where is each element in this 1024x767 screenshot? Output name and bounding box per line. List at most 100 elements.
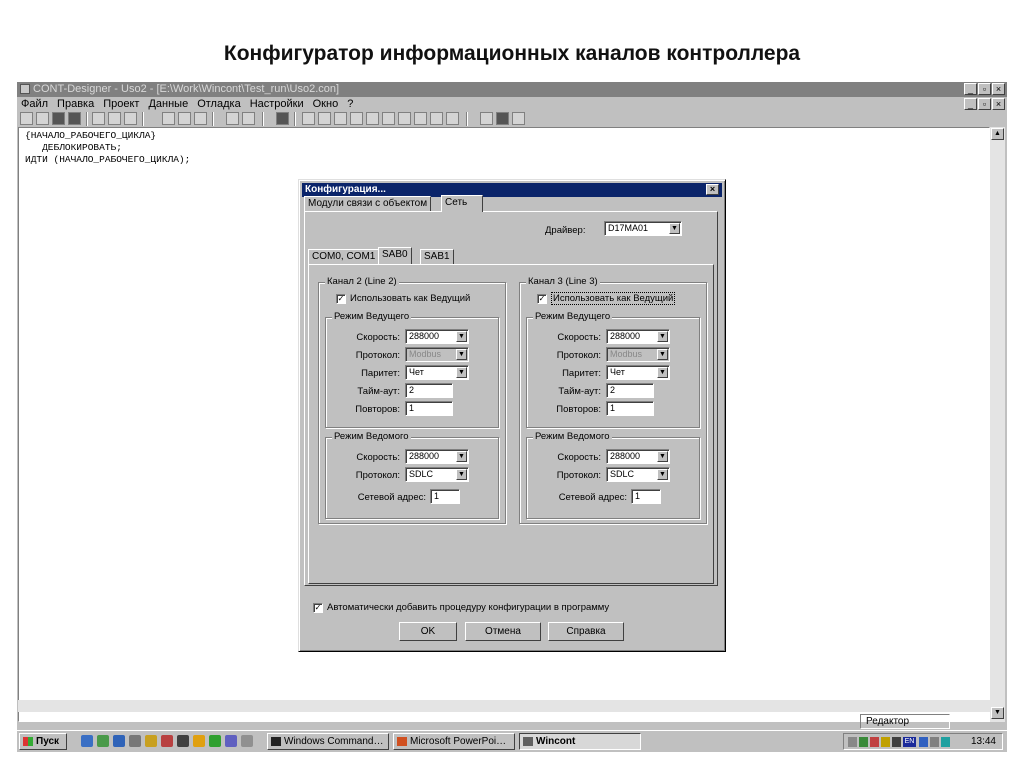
channel-2-master-checkbox[interactable]: ✓ [336, 294, 346, 304]
debug-icon[interactable] [350, 112, 363, 125]
desktop-icon[interactable] [81, 735, 93, 747]
quicklaunch-icon[interactable] [129, 735, 141, 747]
channel-2-parity-select[interactable]: Чет ▼ [405, 365, 469, 380]
quicklaunch-icon[interactable] [177, 735, 189, 747]
menu-project[interactable]: Проект [103, 97, 139, 111]
master-mode-title: Режим Ведущего [332, 311, 412, 322]
print-icon[interactable] [92, 112, 105, 125]
close-icon[interactable]: × [706, 184, 719, 195]
tab-sab1[interactable]: SAB1 [420, 249, 454, 264]
vertical-scrollbar[interactable]: ▲ ▼ [990, 127, 1005, 722]
doc-minimize-icon[interactable]: _ [964, 98, 977, 110]
doc-close-icon[interactable]: × [992, 98, 1005, 110]
print-preview-icon[interactable] [124, 112, 137, 125]
step-out-icon[interactable] [430, 112, 443, 125]
channel-2-slave-protocol-select[interactable]: SDLC ▼ [405, 467, 469, 482]
menu-settings[interactable]: Настройки [250, 97, 304, 111]
menu-file[interactable]: Файл [21, 97, 48, 111]
copy-icon[interactable] [178, 112, 191, 125]
restore-icon[interactable]: ▫ [978, 83, 991, 95]
dialog-titlebar[interactable]: Конфигурация... × [302, 183, 722, 197]
cancel-button[interactable]: Отмена [465, 622, 541, 641]
tray-icon[interactable] [892, 737, 901, 747]
step-into-icon[interactable] [398, 112, 411, 125]
pause-icon[interactable] [382, 112, 395, 125]
channel-2-retries-input[interactable]: 1 [405, 401, 453, 416]
channel-2-net-address-input[interactable]: 1 [430, 489, 460, 504]
tray-icon[interactable] [848, 737, 857, 747]
tray-icon[interactable] [941, 737, 950, 747]
menu-help[interactable]: ? [347, 97, 353, 111]
quicklaunch-icon[interactable] [193, 735, 205, 747]
build-icon[interactable] [318, 112, 331, 125]
watch-icon[interactable] [480, 112, 493, 125]
channel-2-timeout-input[interactable]: 2 [405, 383, 453, 398]
quicklaunch-icon[interactable] [241, 735, 253, 747]
volume-icon[interactable] [930, 737, 939, 747]
channel-2-speed-select[interactable]: 288000 ▼ [405, 329, 469, 344]
find-icon[interactable] [276, 112, 289, 125]
load-icon[interactable] [334, 112, 347, 125]
task-wincont[interactable]: Wincont [519, 733, 641, 750]
quicklaunch-icon[interactable] [209, 735, 221, 747]
breakpoint-icon[interactable] [446, 112, 459, 125]
task-powerpoint[interactable]: Microsoft PowerPoi… [393, 733, 515, 750]
compile-icon[interactable] [302, 112, 315, 125]
ok-button[interactable]: OK [399, 622, 457, 641]
menu-edit[interactable]: Правка [57, 97, 94, 111]
save-icon[interactable] [52, 112, 65, 125]
channel-2-slave-speed-select[interactable]: 288000 ▼ [405, 449, 469, 464]
redo-icon[interactable] [242, 112, 255, 125]
menu-window[interactable]: Окно [313, 97, 339, 111]
tray-icon[interactable] [919, 737, 928, 747]
channel-2-protocol-select[interactable]: Modbus ▼ [405, 347, 469, 362]
quicklaunch-icon[interactable] [161, 735, 173, 747]
paste-icon[interactable] [194, 112, 207, 125]
close-icon[interactable]: × [992, 83, 1005, 95]
scroll-up-icon[interactable]: ▲ [991, 128, 1004, 140]
window-split-icon[interactable] [108, 112, 121, 125]
channel-3-slave-protocol-select[interactable]: SDLC ▼ [606, 467, 670, 482]
help-pointer-icon[interactable] [512, 112, 525, 125]
parity-label: Паритет: [361, 368, 400, 379]
cut-icon[interactable] [162, 112, 175, 125]
channel-3-retries-input[interactable]: 1 [606, 401, 654, 416]
run-icon[interactable] [366, 112, 379, 125]
tray-icon[interactable] [859, 737, 868, 747]
open-folder-icon[interactable] [36, 112, 49, 125]
doc-restore-icon[interactable]: ▫ [978, 98, 991, 110]
new-file-icon[interactable] [20, 112, 33, 125]
task-windows-command[interactable]: Windows Command… [267, 733, 389, 750]
channel-3-protocol-select[interactable]: Modbus ▼ [606, 347, 670, 362]
menu-data[interactable]: Данные [148, 97, 188, 111]
undo-icon[interactable] [226, 112, 239, 125]
language-indicator[interactable]: EN [903, 737, 916, 747]
channel-3-master-checkbox[interactable]: ✓ [537, 294, 547, 304]
driver-select[interactable]: D17MA01 ▼ [604, 221, 682, 236]
start-button[interactable]: Пуск [19, 733, 67, 750]
menu-debug[interactable]: Отладка [197, 97, 240, 111]
window-titlebar[interactable]: CONT-Designer - Uso2 - [E:\Work\Wincont\… [17, 82, 1007, 97]
tab-modules[interactable]: Модули связи с объектом [304, 196, 432, 211]
channel-3-parity-select[interactable]: Чет ▼ [606, 365, 670, 380]
tab-sab0[interactable]: SAB0 [378, 247, 412, 264]
channel-3-net-address-input[interactable]: 1 [631, 489, 661, 504]
channel-3-speed-select[interactable]: 288000 ▼ [606, 329, 670, 344]
calculator-icon[interactable] [496, 112, 509, 125]
step-over-icon[interactable] [414, 112, 427, 125]
horizontal-scrollbar[interactable] [18, 700, 990, 712]
outlook-icon[interactable] [97, 735, 109, 747]
tray-icon[interactable] [870, 737, 879, 747]
ie-icon[interactable] [113, 735, 125, 747]
help-button[interactable]: Справка [548, 622, 624, 641]
auto-add-checkbox[interactable]: ✓ [313, 603, 323, 613]
quicklaunch-icon[interactable] [145, 735, 157, 747]
minimize-icon[interactable]: _ [964, 83, 977, 95]
channel-3-slave-speed-select[interactable]: 288000 ▼ [606, 449, 670, 464]
channel-3-timeout-input[interactable]: 2 [606, 383, 654, 398]
tray-icon[interactable] [881, 737, 890, 747]
tab-com0-com1[interactable]: COM0, COM1 [308, 249, 380, 264]
tab-network[interactable]: Сеть [441, 195, 484, 212]
save-all-icon[interactable] [68, 112, 81, 125]
quicklaunch-icon[interactable] [225, 735, 237, 747]
